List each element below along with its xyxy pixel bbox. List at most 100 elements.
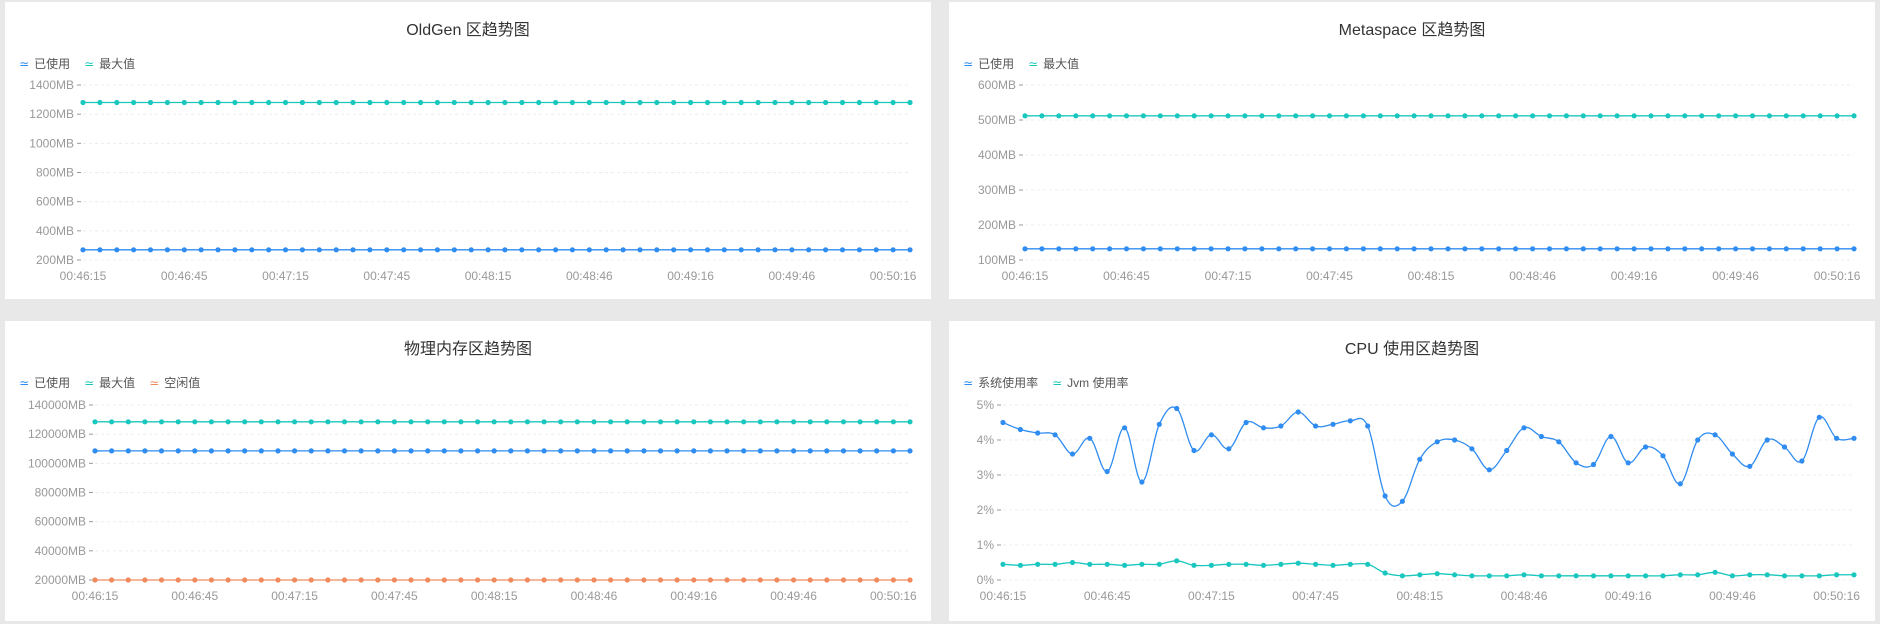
data-point bbox=[840, 419, 847, 425]
data-point bbox=[890, 448, 897, 454]
data-point bbox=[1699, 113, 1705, 119]
data-point bbox=[724, 448, 730, 454]
data-point bbox=[208, 448, 214, 454]
data-point bbox=[907, 577, 913, 583]
data-point bbox=[142, 448, 148, 454]
data-point bbox=[1417, 572, 1423, 578]
data-point bbox=[131, 247, 137, 253]
data-point bbox=[874, 577, 880, 583]
data-point bbox=[1090, 113, 1096, 119]
data-point bbox=[147, 247, 154, 253]
data-point bbox=[1022, 246, 1028, 252]
data-point bbox=[1052, 432, 1058, 438]
x-tick-label: 00:50:16 bbox=[870, 269, 917, 283]
y-tick-label: 400MB bbox=[978, 148, 1016, 162]
data-point bbox=[1399, 573, 1405, 579]
data-point bbox=[1749, 113, 1756, 119]
data-point bbox=[1530, 246, 1536, 252]
chart-plot-cpu: 5% 4% 3% 2% 1% 0% 00:46:15 00:46:45 00:47:15 00:4… bbox=[977, 398, 1861, 603]
data-point bbox=[208, 419, 214, 425]
data-point bbox=[1208, 562, 1214, 568]
data-point bbox=[1139, 561, 1145, 567]
x-tick-label: 00:47:15 bbox=[271, 589, 318, 603]
data-point bbox=[266, 99, 272, 106]
data-point bbox=[1411, 246, 1417, 252]
data-point bbox=[80, 247, 86, 253]
data-point bbox=[807, 577, 813, 583]
data-point bbox=[1851, 246, 1857, 252]
data-point bbox=[109, 577, 115, 583]
data-point bbox=[401, 247, 407, 253]
data-point bbox=[192, 577, 198, 583]
data-point bbox=[358, 448, 364, 454]
data-point bbox=[451, 247, 457, 253]
data-point bbox=[1665, 246, 1671, 252]
data-point bbox=[1486, 467, 1492, 473]
data-point bbox=[458, 419, 464, 425]
x-tick-label: 00:46:45 bbox=[1103, 269, 1150, 283]
data-point bbox=[1504, 447, 1510, 454]
data-point bbox=[282, 247, 289, 253]
data-point bbox=[591, 448, 597, 454]
data-point bbox=[232, 99, 238, 106]
data-point bbox=[458, 577, 464, 583]
data-point bbox=[1469, 446, 1475, 452]
x-tick-label: 00:48:15 bbox=[1408, 269, 1455, 283]
data-point bbox=[1260, 562, 1267, 568]
y-tick-label: 300MB bbox=[978, 183, 1016, 197]
data-point bbox=[907, 99, 913, 106]
data-point bbox=[1243, 419, 1249, 426]
chart-panel-metaspace: Metaspace 区趋势图 ≃ 已使用 ≃ 最大值 600MB 500MB 400… bbox=[949, 2, 1875, 299]
data-point bbox=[1225, 113, 1231, 119]
data-point bbox=[806, 247, 812, 253]
data-point bbox=[367, 247, 373, 253]
data-point bbox=[1590, 461, 1597, 468]
series-line bbox=[1002, 560, 1855, 577]
y-tick-label: 40000MB bbox=[35, 544, 86, 558]
data-point bbox=[502, 247, 508, 253]
data-point bbox=[468, 247, 474, 253]
x-tick-label: 00:46:15 bbox=[72, 589, 119, 603]
data-point bbox=[491, 419, 497, 425]
data-point bbox=[1538, 433, 1544, 440]
data-point bbox=[258, 419, 264, 425]
data-point bbox=[491, 577, 497, 583]
data-point bbox=[418, 99, 424, 106]
data-point bbox=[308, 448, 314, 454]
data-point bbox=[553, 99, 559, 106]
data-point bbox=[1295, 560, 1301, 566]
data-point bbox=[907, 247, 913, 253]
data-point bbox=[1382, 570, 1388, 576]
data-point bbox=[541, 448, 547, 454]
data-point bbox=[1648, 113, 1654, 119]
data-point bbox=[1000, 419, 1006, 426]
data-point bbox=[292, 419, 298, 425]
data-point bbox=[175, 448, 181, 454]
data-point bbox=[1347, 561, 1353, 567]
chart-panel-physical-memory: 物理内存区趋势图 ≃ 已使用 ≃ 最大值 ≃ 空闲值 140000MB 12000… bbox=[5, 321, 931, 621]
data-point bbox=[408, 419, 414, 425]
data-point bbox=[384, 99, 390, 106]
data-point bbox=[1556, 573, 1562, 579]
data-point bbox=[823, 99, 829, 106]
data-point bbox=[774, 448, 780, 454]
data-point bbox=[1123, 113, 1130, 119]
data-point bbox=[1580, 113, 1586, 119]
data-point bbox=[325, 419, 331, 425]
data-point bbox=[907, 448, 913, 454]
data-point bbox=[1625, 573, 1631, 579]
y-tick-label: 200MB bbox=[978, 218, 1016, 232]
data-point bbox=[1834, 246, 1840, 252]
data-point bbox=[1817, 246, 1823, 252]
data-point bbox=[1614, 113, 1620, 119]
data-point bbox=[1022, 113, 1028, 119]
data-point bbox=[907, 419, 913, 425]
data-point bbox=[774, 577, 780, 583]
data-point bbox=[1073, 246, 1079, 252]
data-point bbox=[1208, 113, 1214, 119]
data-point bbox=[674, 577, 680, 583]
y-tick-label: 1000MB bbox=[29, 136, 74, 150]
data-point bbox=[425, 577, 431, 583]
x-tick-label: 00:46:15 bbox=[1002, 269, 1049, 283]
data-point bbox=[1513, 246, 1519, 252]
